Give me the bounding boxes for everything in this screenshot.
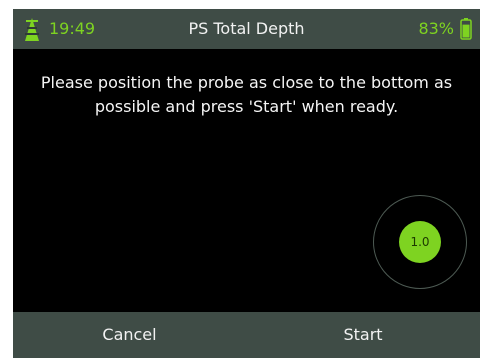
start-button[interactable]: Start xyxy=(246,312,480,358)
battery-icon xyxy=(460,18,472,40)
antenna-icon xyxy=(25,18,39,41)
instruction-message: Please position the probe as close to th… xyxy=(40,73,453,116)
status-bar: 19:49 PS Total Depth 83% xyxy=(13,9,480,49)
status-left: 19:49 xyxy=(21,9,95,49)
status-right: 83% xyxy=(418,9,472,49)
battery-percent: 83% xyxy=(418,19,454,38)
softkey-bar: Cancel Start xyxy=(13,312,480,358)
indicator-value: 1.0 xyxy=(399,221,441,263)
status-time: 19:49 xyxy=(49,19,96,38)
device-screen: 19:49 PS Total Depth 83% Please position… xyxy=(13,9,480,358)
cancel-button[interactable]: Cancel xyxy=(13,312,246,358)
device-frame: 19:49 PS Total Depth 83% Please position… xyxy=(0,0,492,360)
probe-depth-indicator: 1.0 xyxy=(373,195,469,291)
